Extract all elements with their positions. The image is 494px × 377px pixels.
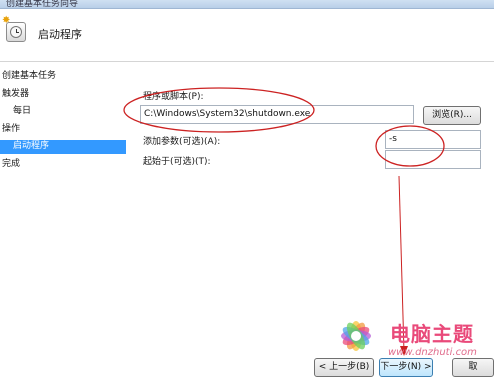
- wizard-sidebar: 创建基本任务 触发器 每日 操作 启动程序 完成: [0, 62, 126, 377]
- program-input[interactable]: C:\Windows\System32\shutdown.exe: [140, 105, 414, 124]
- start-in-input[interactable]: [385, 150, 481, 169]
- sidebar-item-create-basic-task: 创建基本任务: [2, 71, 57, 81]
- clock-icon: [10, 26, 22, 38]
- browse-button[interactable]: 浏览(R)...: [423, 106, 481, 125]
- task-scheduler-icon: ✸: [2, 16, 26, 42]
- program-label: 程序或脚本(P):: [143, 92, 204, 102]
- star-icon: ✸: [2, 15, 11, 26]
- arguments-label: 添加参数(可选)(A):: [143, 137, 221, 147]
- sidebar-item-action: 操作: [2, 124, 21, 134]
- page-title: 启动程序: [38, 28, 82, 41]
- arguments-input[interactable]: -s: [385, 130, 481, 149]
- window-titlebar: 创建基本任务向导: [0, 0, 494, 9]
- start-in-label: 起始于(可选)(T):: [143, 157, 211, 167]
- back-button[interactable]: < 上一步(B): [314, 358, 374, 377]
- sidebar-item-start-program: 启动程序: [0, 140, 126, 154]
- watermark-title: 电脑主题: [390, 322, 474, 346]
- sidebar-item-trigger: 触发器: [2, 89, 30, 99]
- next-button[interactable]: 下一步(N) >: [379, 358, 433, 377]
- sidebar-item-finish: 完成: [2, 159, 21, 169]
- cancel-button[interactable]: 取: [452, 358, 494, 377]
- watermark-url: www.dnzhuti.com: [388, 347, 477, 358]
- wizard-header: ✸ 启动程序: [0, 9, 494, 61]
- sidebar-item-daily: 每日: [13, 106, 32, 116]
- window-title: 创建基本任务向导: [6, 0, 79, 9]
